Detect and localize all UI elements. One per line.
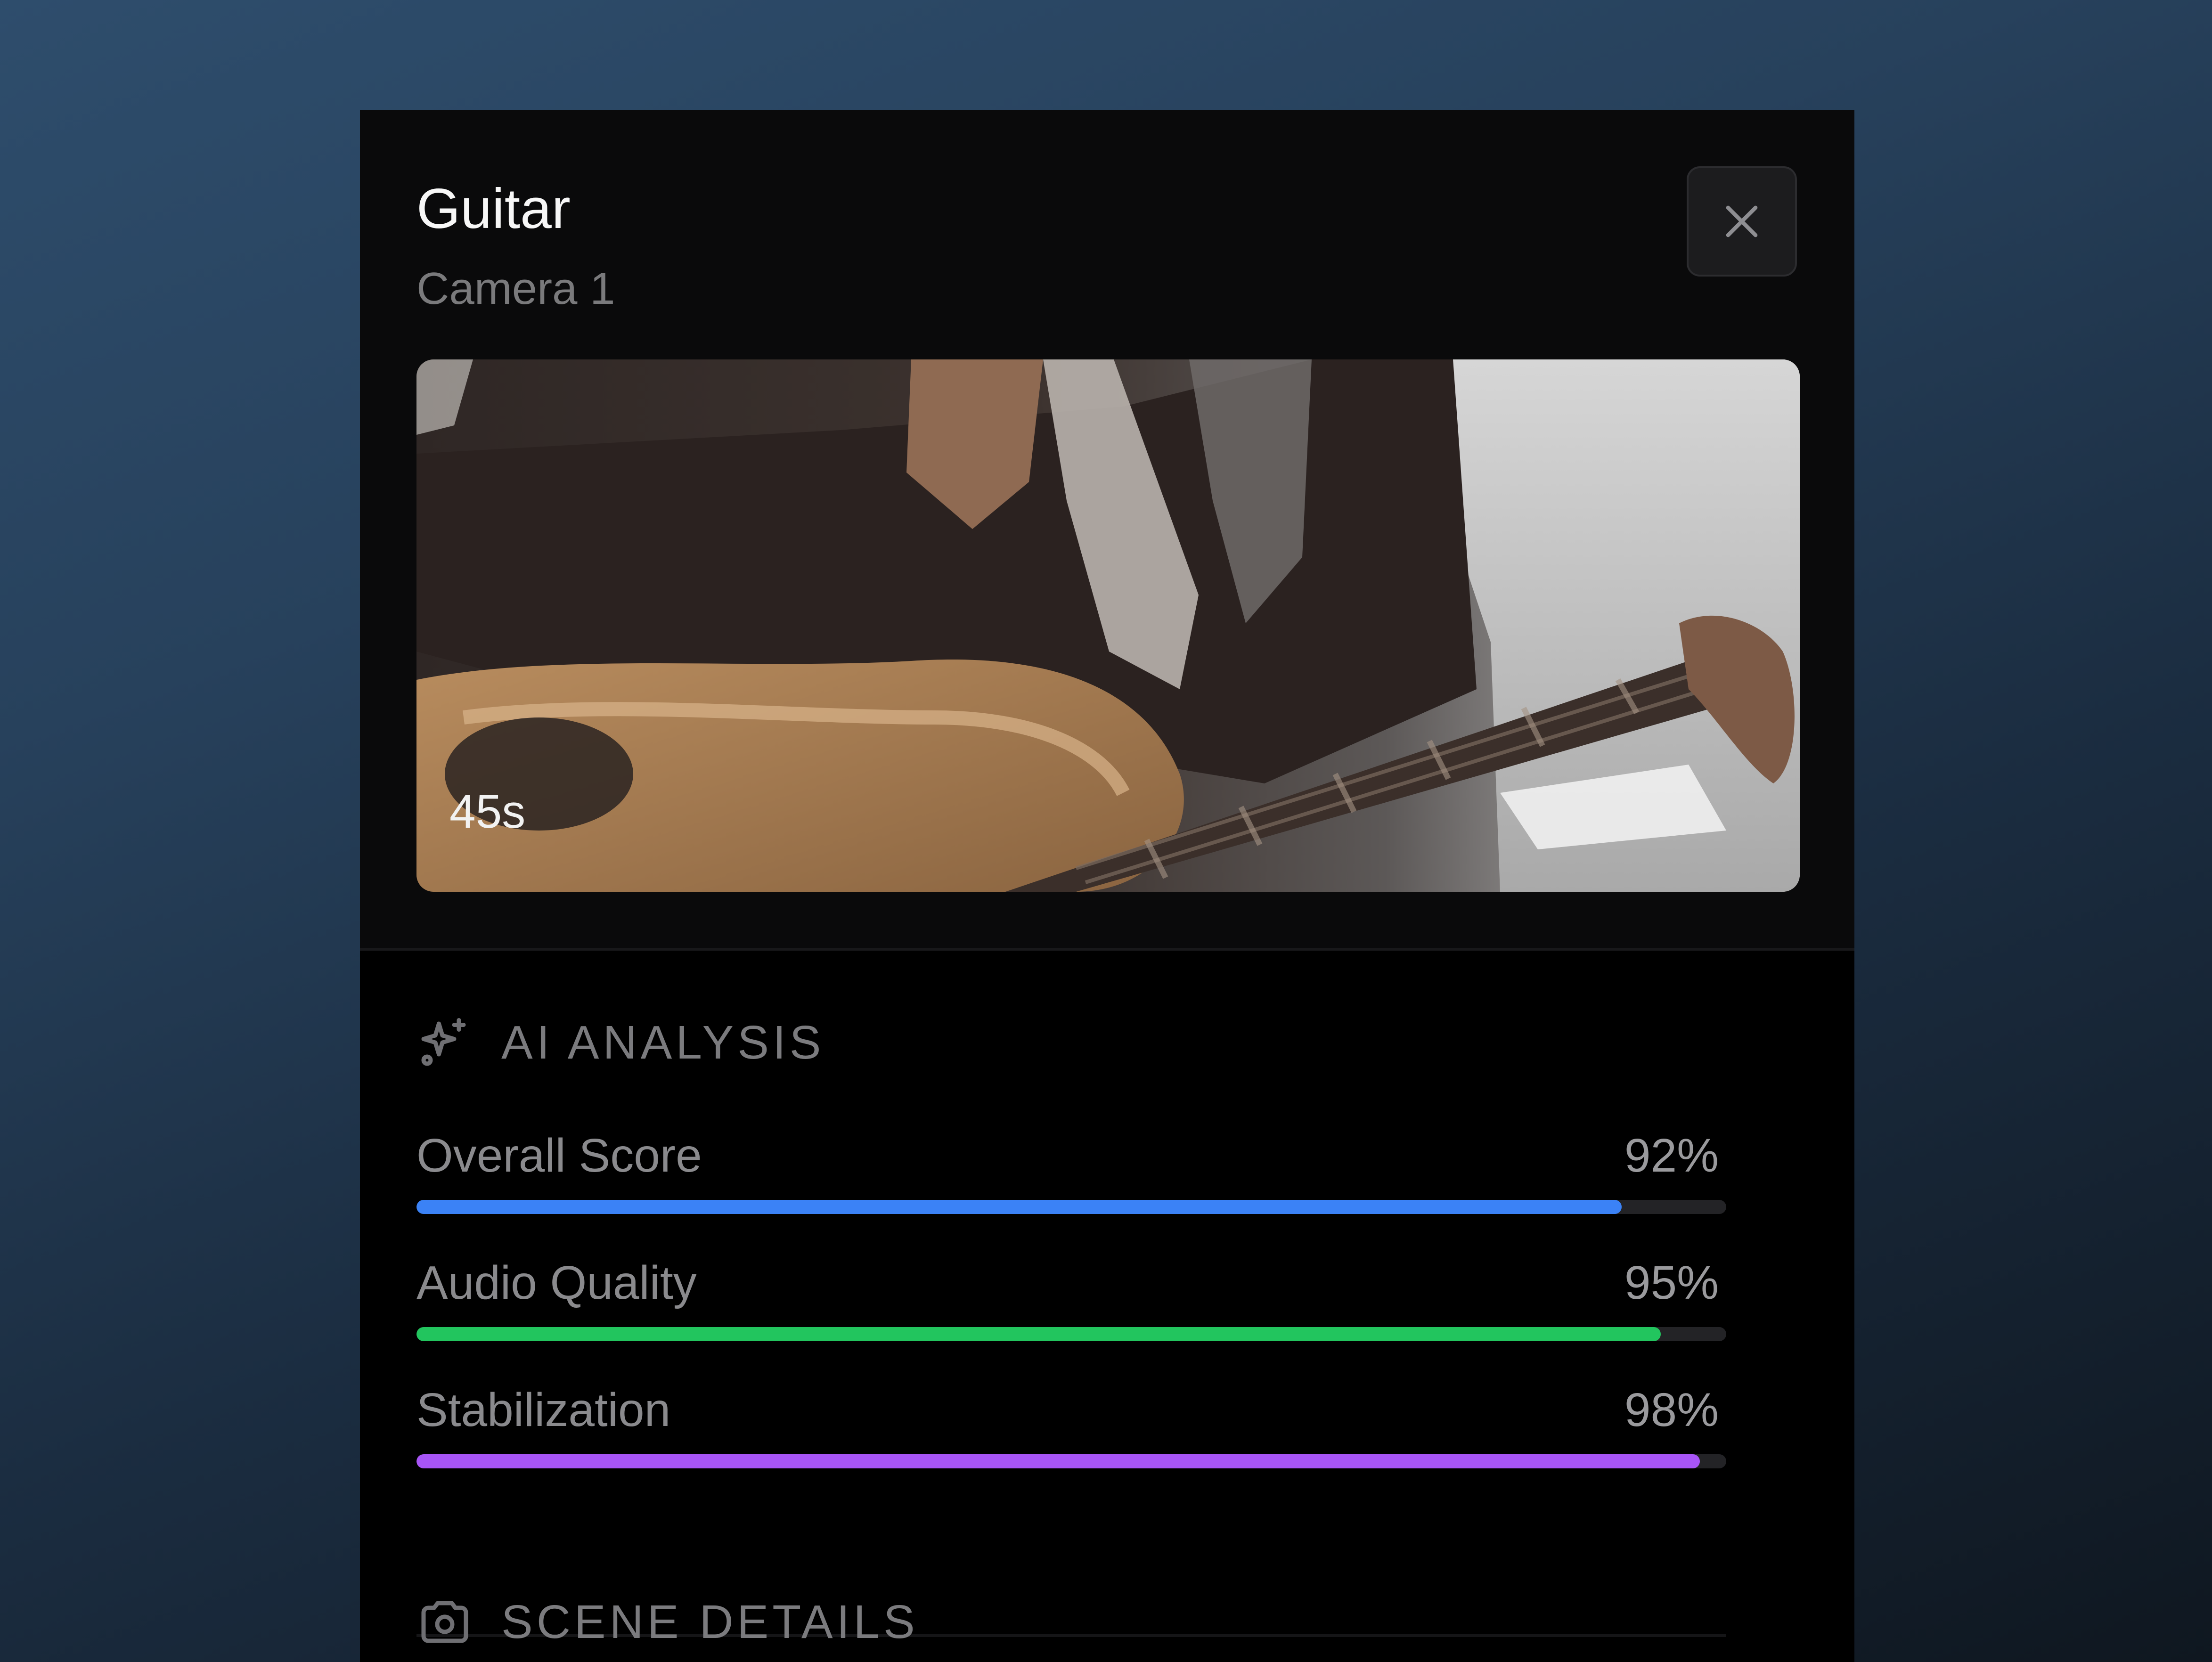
- metric-value: 92%: [1624, 1129, 1719, 1182]
- metric-audio-quality: Audio Quality 95%: [416, 1255, 1726, 1341]
- ai-analysis-title: AI ANALYSIS: [501, 1016, 825, 1069]
- close-icon: [1726, 205, 1758, 237]
- progress-track: [416, 1454, 1726, 1468]
- metric-value: 98%: [1624, 1384, 1719, 1436]
- clip-title: Guitar: [416, 177, 571, 240]
- metric-label: Stabilization: [416, 1384, 671, 1436]
- ai-analysis-header: AI ANALYSIS: [416, 1014, 824, 1071]
- video-thumbnail[interactable]: 45s: [416, 359, 1800, 892]
- scene-details-header[interactable]: SCENE DETAILS: [416, 1594, 919, 1650]
- camera-icon: [421, 1601, 468, 1643]
- progress-fill: [416, 1327, 1661, 1341]
- metric-overall-score: Overall Score 92%: [416, 1127, 1726, 1214]
- progress-fill: [416, 1454, 1700, 1468]
- duration-label: 45s: [449, 785, 526, 838]
- metric-stabilization: Stabilization 98%: [416, 1382, 1726, 1468]
- guitar-player-image: [416, 359, 1800, 892]
- sparkle-icon: [421, 1018, 466, 1066]
- scene-details-title: SCENE DETAILS: [501, 1596, 919, 1648]
- metric-value: 95%: [1624, 1256, 1719, 1309]
- metric-label: Overall Score: [416, 1129, 702, 1182]
- panel-header: Guitar Camera 1 45s: [360, 110, 1854, 951]
- metric-label: Audio Quality: [416, 1256, 697, 1309]
- clip-detail-panel: Guitar Camera 1 45s AI ANALYSIS Overall …: [360, 110, 1854, 1662]
- clip-camera-label: Camera 1: [416, 263, 615, 314]
- progress-track: [416, 1200, 1726, 1214]
- close-button[interactable]: [1687, 166, 1797, 277]
- progress-fill: [416, 1200, 1622, 1214]
- progress-track: [416, 1327, 1726, 1341]
